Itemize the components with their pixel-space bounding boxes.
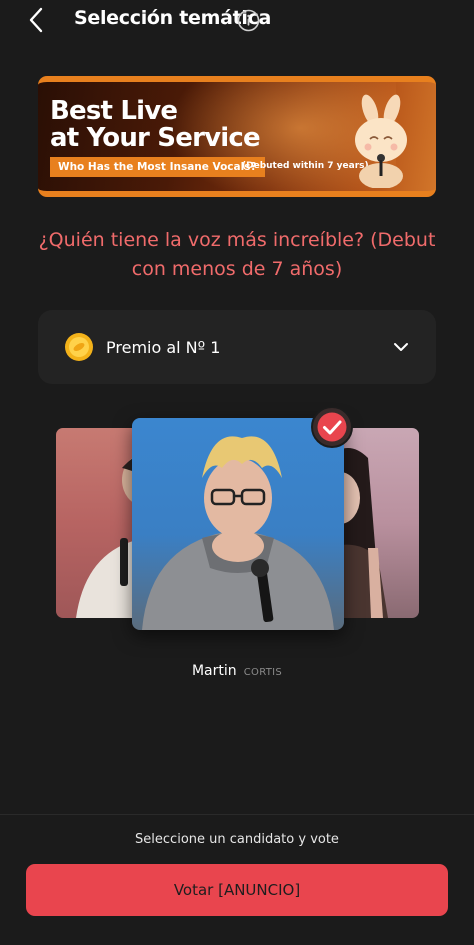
footer-divider (0, 814, 474, 815)
back-button[interactable] (22, 4, 52, 36)
header: Selección temática (0, 0, 474, 42)
candidate-group: CORTIS (243, 667, 283, 678)
event-banner[interactable]: Best Live at Your Service Who Has the Mo… (38, 76, 436, 197)
info-button[interactable] (237, 9, 260, 32)
candidate-photo-selected (142, 436, 334, 630)
bunny-mascot-icon (355, 94, 407, 188)
prize-label: Premio al Nº 1 (106, 338, 221, 357)
candidate-name: Martin (191, 663, 237, 679)
page: Selección temática Best Live at Your Ser… (0, 0, 474, 945)
chevron-left-icon (29, 7, 43, 33)
question-title: ¿Quién tiene la voz más increíble? (Debu… (38, 229, 436, 280)
coin-icon (65, 333, 93, 361)
vote-button[interactable]: Votar [ANUNCIO] (26, 864, 448, 916)
candidate-card-selected[interactable] (132, 418, 344, 630)
vote-hint: Seleccione un candidato y vote (135, 832, 339, 847)
candidate-info: Martin CORTIS (0, 660, 474, 679)
check-icon (311, 406, 353, 448)
banner-subtitle: Who Has the Most Insane Vocals? (50, 157, 265, 177)
selected-check-button[interactable] (310, 405, 354, 449)
chevron-down-icon (394, 343, 408, 351)
banner-headline-line2: at Your Service (50, 123, 261, 153)
info-icon (237, 9, 260, 32)
prize-dropdown[interactable]: Premio al Nº 1 (38, 310, 436, 384)
banner-headline-line1: Best Live (50, 96, 178, 126)
banner-headline: Best Live at Your Service (50, 96, 261, 153)
